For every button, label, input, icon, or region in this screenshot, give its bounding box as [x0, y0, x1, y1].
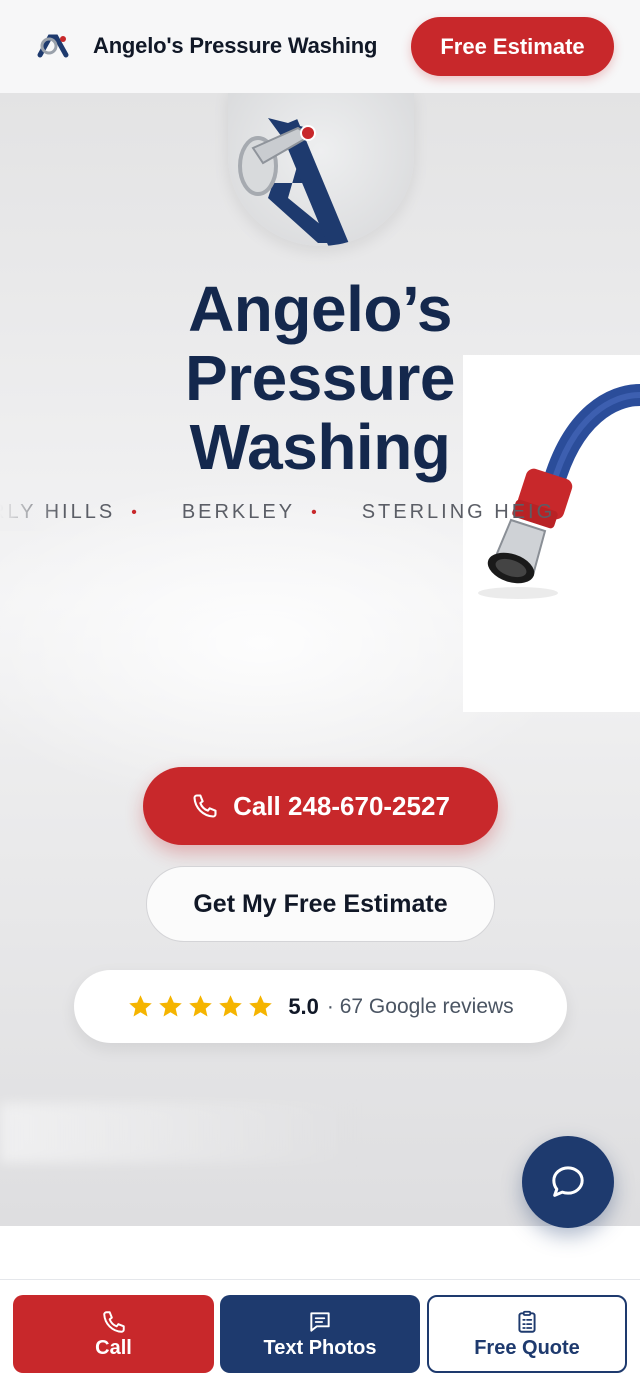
- star-icon: [249, 995, 273, 1017]
- call-button-label: Call 248-670-2527: [233, 790, 450, 821]
- hero-title: Angelo’s Pressure Washing: [0, 275, 640, 482]
- bottom-quote-label: Free Quote: [474, 1336, 580, 1359]
- rating-stars: [127, 993, 274, 1020]
- marquee-fade: [0, 501, 60, 531]
- review-count: · 67 Google reviews: [326, 994, 514, 1018]
- free-estimate-cta-button[interactable]: Get My Free Estimate: [146, 866, 495, 942]
- city-item: BERKLEY: [181, 501, 296, 523]
- brand-name[interactable]: Angelo's Pressure Washing: [93, 33, 377, 59]
- service-area-marquee: RLY HILLS • BERKLEY • STERLING HEIG: [0, 501, 640, 531]
- bottom-text-label: Text Photos: [263, 1336, 377, 1359]
- chat-bubble-icon: [552, 1166, 584, 1197]
- star-icon: [159, 995, 183, 1017]
- bottom-text-photos-button[interactable]: Text Photos: [220, 1295, 420, 1373]
- separator-dot-icon: •: [131, 503, 140, 521]
- separator-dot-icon: •: [311, 503, 320, 521]
- angelo-logo-icon[interactable]: [36, 33, 70, 59]
- site-header: Angelo's Pressure Washing Free Estimate: [0, 0, 640, 93]
- free-estimate-button[interactable]: Free Estimate: [411, 17, 614, 76]
- hero-title-line: Pressure: [185, 342, 455, 414]
- sticky-action-bar: Call Text Photos Free Quote: [0, 1279, 640, 1385]
- hero-streak: [0, 1103, 360, 1163]
- clipboard-list-icon: [518, 1310, 536, 1333]
- star-icon: [129, 995, 153, 1017]
- chat-button[interactable]: [522, 1136, 614, 1228]
- phone-icon: [102, 1310, 125, 1333]
- google-reviews-badge[interactable]: 5.0 · 67 Google reviews: [74, 970, 567, 1043]
- hero-logo-badge: [228, 93, 414, 246]
- bottom-call-label: Call: [95, 1336, 132, 1359]
- phone-icon: [193, 794, 217, 818]
- hero-title-line: Angelo’s: [188, 273, 452, 345]
- call-button[interactable]: Call 248-670-2527: [143, 767, 498, 845]
- pressure-wand-logo-icon: [238, 118, 350, 246]
- star-icon: [189, 995, 213, 1017]
- star-icon: [219, 995, 243, 1017]
- marquee-track: RLY HILLS • BERKLEY • STERLING HEIG: [0, 501, 555, 524]
- bottom-free-quote-button[interactable]: Free Quote: [427, 1295, 627, 1373]
- city-item: STERLING HEIG: [361, 501, 556, 523]
- rating-score: 5.0: [288, 993, 319, 1019]
- hero-section: Angelo’s Pressure Washing RLY HILLS • BE…: [0, 93, 640, 1226]
- message-icon: [310, 1311, 330, 1332]
- hero-title-line: Washing: [189, 411, 451, 483]
- bottom-call-button[interactable]: Call: [13, 1295, 214, 1373]
